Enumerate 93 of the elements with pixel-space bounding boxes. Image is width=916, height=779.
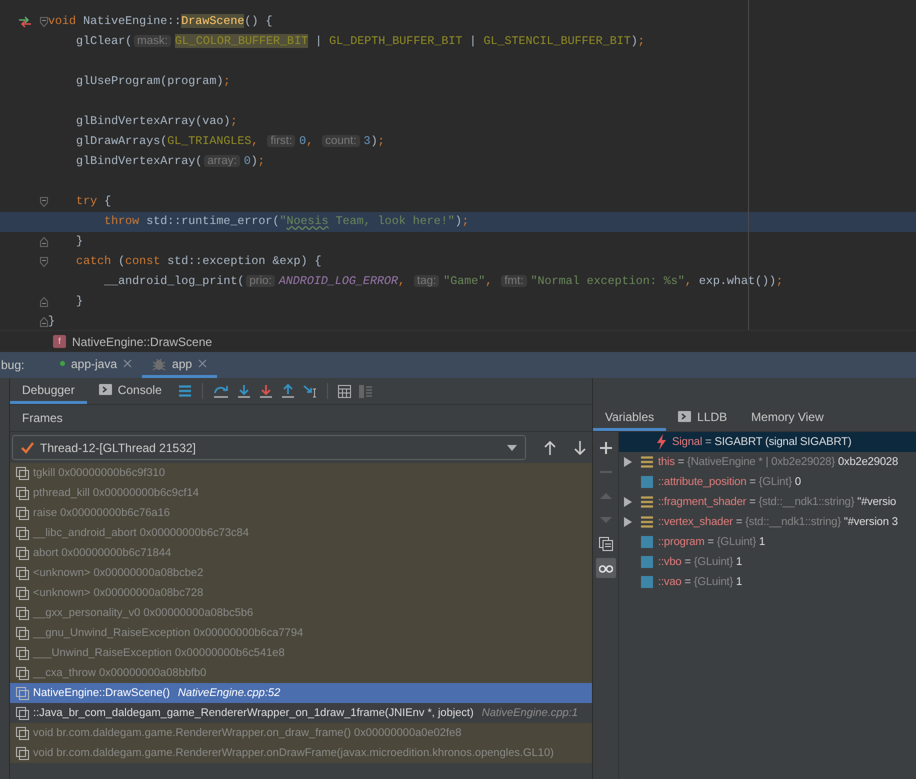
- expand-arrow-icon[interactable]: [624, 457, 632, 467]
- console-icon: [98, 384, 112, 395]
- frame-icon: [16, 526, 29, 540]
- frame-icon: [16, 706, 29, 720]
- frame-icon: [16, 646, 29, 660]
- frame-icon: [16, 666, 29, 680]
- check-icon: [21, 442, 34, 454]
- fold-icon[interactable]: [40, 317, 48, 327]
- status-dot-icon: [60, 361, 65, 366]
- calculator-icon[interactable]: [338, 384, 351, 398]
- code-line: }: [75, 233, 84, 250]
- variable-row[interactable]: this = {NativeEngine * | 0xb2e29028} 0xb2e29028: [619, 452, 916, 472]
- primitive-icon: [641, 576, 653, 588]
- lightning-icon: [655, 434, 667, 450]
- code-line: }: [75, 293, 84, 310]
- bug-icon: [152, 356, 166, 370]
- variable-row[interactable]: Signal = SIGABRT (signal SIGABRT): [619, 432, 916, 452]
- fold-icon[interactable]: [40, 197, 48, 207]
- up-arrow-icon[interactable]: [544, 440, 556, 454]
- variable-text: ::vbo = {GLuint} 1: [658, 554, 742, 570]
- fold-icon[interactable]: [40, 237, 48, 247]
- copy-icon[interactable]: [598, 537, 612, 551]
- session-tab[interactable]: app-java: [50, 352, 142, 378]
- tool-tab[interactable]: LLDB: [666, 405, 740, 431]
- variable-row[interactable]: ::vbo = {GLuint} 1: [619, 552, 916, 572]
- frame-icon: [16, 566, 29, 580]
- code-line: throw std::runtime_error("Noesis Team, look here!");: [103, 213, 469, 230]
- frame-icon: [16, 606, 29, 620]
- frame-icon: [16, 626, 29, 640]
- down-arrow-icon[interactable]: [574, 440, 586, 454]
- console-icon: [678, 411, 692, 422]
- force-step-into-icon[interactable]: [258, 384, 273, 398]
- tool-tab[interactable]: Console: [86, 378, 174, 404]
- code-line: }: [48, 313, 56, 330]
- fold-icon[interactable]: [40, 17, 48, 27]
- code-line: glClear( mask: GL_COLOR_BUFFER_BIT | GL_DEPTH_BUFFER_BIT | GL_STENCIL_BUFFER_BIT);: [75, 33, 645, 50]
- code-line: glBindVertexArray( array: 0);: [75, 153, 265, 170]
- expand-arrow-icon[interactable]: [624, 497, 632, 507]
- code-line: __android_log_print( prio: ANDROID_LOG_ERROR, tag: "Game", fmt: "Normal exception: %s", exp.what());: [103, 273, 784, 290]
- caret-icon: [507, 444, 517, 450]
- struct-icon: [641, 456, 653, 468]
- frame-icon: [16, 466, 29, 480]
- struct-icon: [641, 496, 653, 508]
- step-into-icon[interactable]: [236, 384, 251, 398]
- code-line: void NativeEngine::DrawScene() {: [48, 13, 272, 30]
- run-to-cursor-icon[interactable]: [302, 384, 317, 398]
- variable-row[interactable]: ::attribute_position = {GLint} 0: [619, 472, 916, 492]
- variable-text: ::vao = {GLuint} 1: [658, 574, 742, 590]
- variable-row[interactable]: ::vao = {GLuint} 1: [619, 572, 916, 592]
- frame-icon: [16, 546, 29, 560]
- frame-icon: [16, 506, 29, 520]
- variable-text: ::attribute_position = {GLint} 0: [658, 474, 801, 490]
- frame-icon: [16, 686, 29, 700]
- execution-point-icon[interactable]: [18, 16, 32, 28]
- thread-dropdown[interactable]: Thread-12-[GLThread 21532]: [12, 435, 526, 460]
- tool-tab[interactable]: Debugger: [10, 378, 87, 404]
- primitive-icon: [641, 556, 653, 568]
- struct-icon: [641, 516, 653, 528]
- frame-icon: [16, 746, 29, 760]
- expand-arrow-icon[interactable]: [624, 517, 632, 527]
- primitive-icon: [641, 476, 653, 488]
- function-icon: f: [53, 335, 66, 348]
- tool-tab[interactable]: Memory View: [739, 405, 836, 431]
- fold-icon[interactable]: [40, 297, 48, 307]
- code-line: try {: [75, 193, 112, 210]
- session-tab[interactable]: app: [142, 352, 218, 378]
- frame-row[interactable]: NativeEngine::DrawScene() NativeEngine.cpp:52: [10, 683, 592, 703]
- variable-text: ::program = {GLuint} 1: [658, 534, 766, 550]
- code-line: catch (const std::exception &exp) {: [75, 253, 322, 270]
- panel-title: Frames: [22, 410, 63, 427]
- code-line: glDrawArrays(GL_TRIANGLES, first: 0, count: 3);: [75, 133, 385, 150]
- plus-icon[interactable]: [598, 441, 612, 455]
- list-icon[interactable]: [178, 385, 192, 397]
- close-icon[interactable]: [198, 359, 208, 368]
- step-out-icon[interactable]: [280, 384, 295, 398]
- variable-text: this = {NativeEngine * | 0xb2e29028} 0xb2e29028: [658, 454, 898, 470]
- fold-icon[interactable]: [40, 257, 48, 267]
- variable-text: Signal = SIGABRT (signal SIGABRT): [672, 434, 852, 450]
- variable-row[interactable]: ::program = {GLuint} 1: [619, 532, 916, 552]
- frame-icon: [16, 586, 29, 600]
- frame-icon: [16, 486, 29, 500]
- step-over-icon[interactable]: [212, 384, 229, 398]
- variable-text: ::fragment_shader = {std::__ndk1::string} "#versio: [658, 494, 896, 510]
- frame-icon: [16, 726, 29, 740]
- breadcrumb-item[interactable]: NativeEngine::DrawScene: [72, 332, 212, 350]
- debug-label: bug:: [0, 357, 26, 374]
- variable-row[interactable]: ::fragment_shader = {std::__ndk1::string} "#versio: [619, 492, 916, 512]
- primitive-icon: [641, 536, 653, 548]
- close-icon[interactable]: [123, 359, 132, 368]
- variable-text: ::vertex_shader = {std::__ndk1::string} "#version 3: [658, 514, 898, 530]
- code-line: glBindVertexArray(vao);: [75, 113, 238, 130]
- variable-row[interactable]: ::vertex_shader = {std::__ndk1::string} "#version 3: [619, 512, 916, 532]
- code-line: glUseProgram(program);: [75, 73, 230, 90]
